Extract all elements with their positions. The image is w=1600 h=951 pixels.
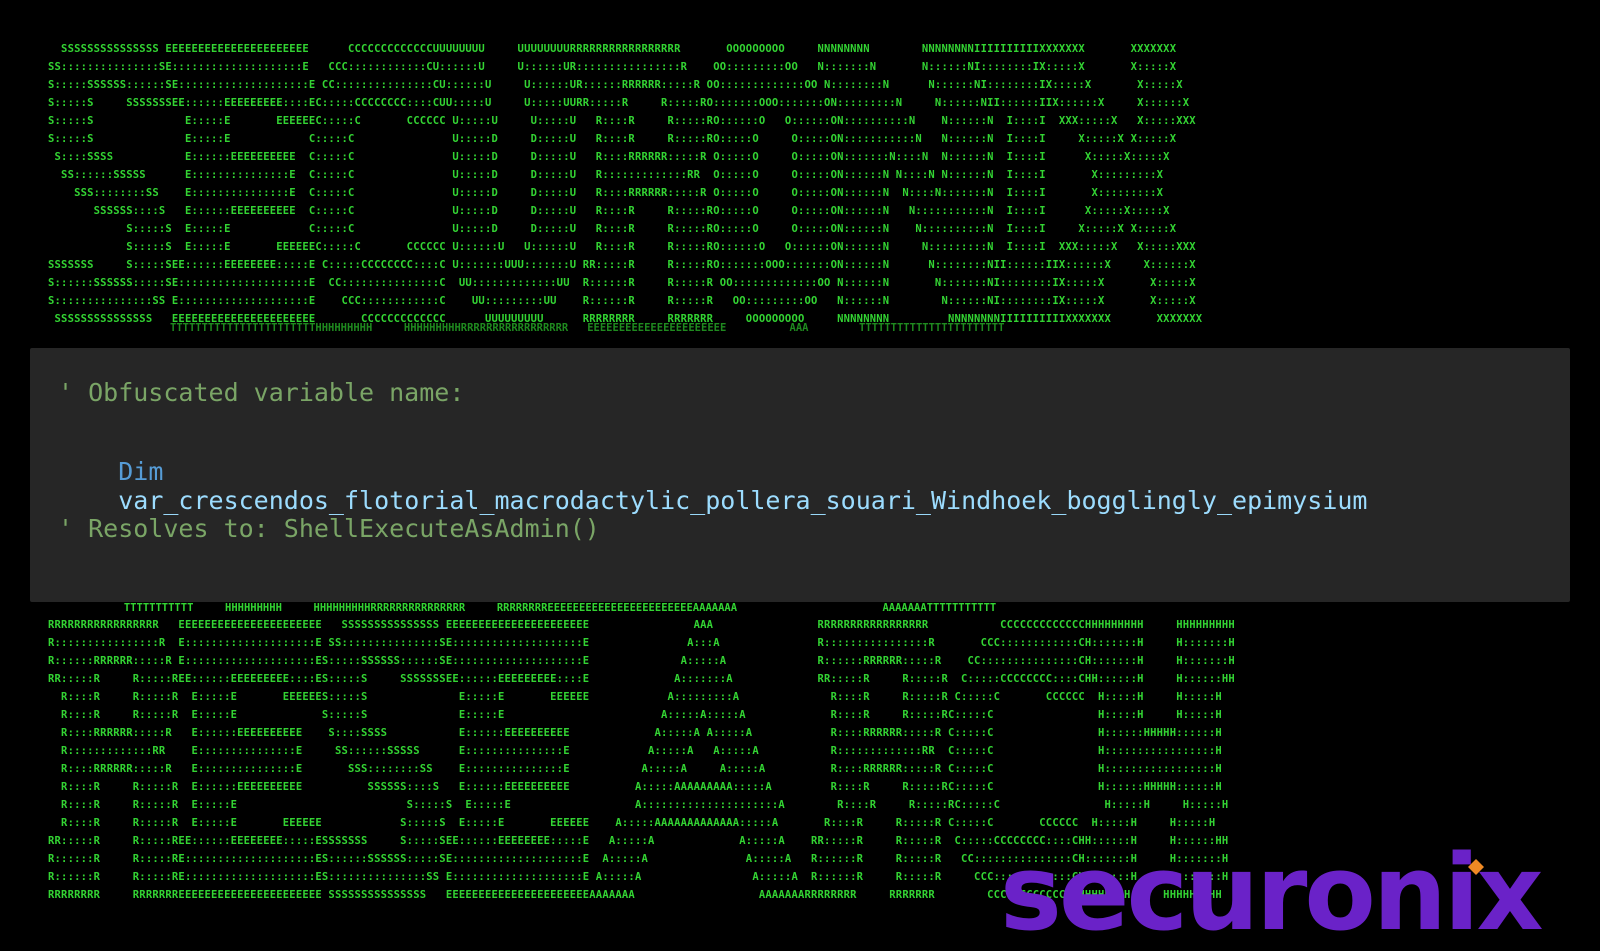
ascii-shadow-strip-threat: TTTTTTTTTTTTTTTTTTTTTTTHHHHHHHHH HHHHHHH… <box>170 322 1005 334</box>
code-comment-obfuscated: ' Obfuscated variable name: <box>58 378 465 407</box>
securonix-logo-text: securonix <box>1000 843 1543 943</box>
code-variable-name: var_crescendos_flotorial_macrodactylic_p… <box>118 486 1368 515</box>
securonix-logo: securonix <box>1000 843 1546 943</box>
code-keyword-dim: Dim <box>118 457 164 486</box>
code-comment-resolves: ' Resolves to: ShellExecuteAsAdmin() <box>58 514 600 543</box>
code-snippet-panel: ' Obfuscated variable name: Dim var_cres… <box>30 348 1570 602</box>
ascii-banner-securonix: SSSSSSSSSSSSSSS EEEEEEEEEEEEEEEEEEEEEE C… <box>48 43 1203 325</box>
